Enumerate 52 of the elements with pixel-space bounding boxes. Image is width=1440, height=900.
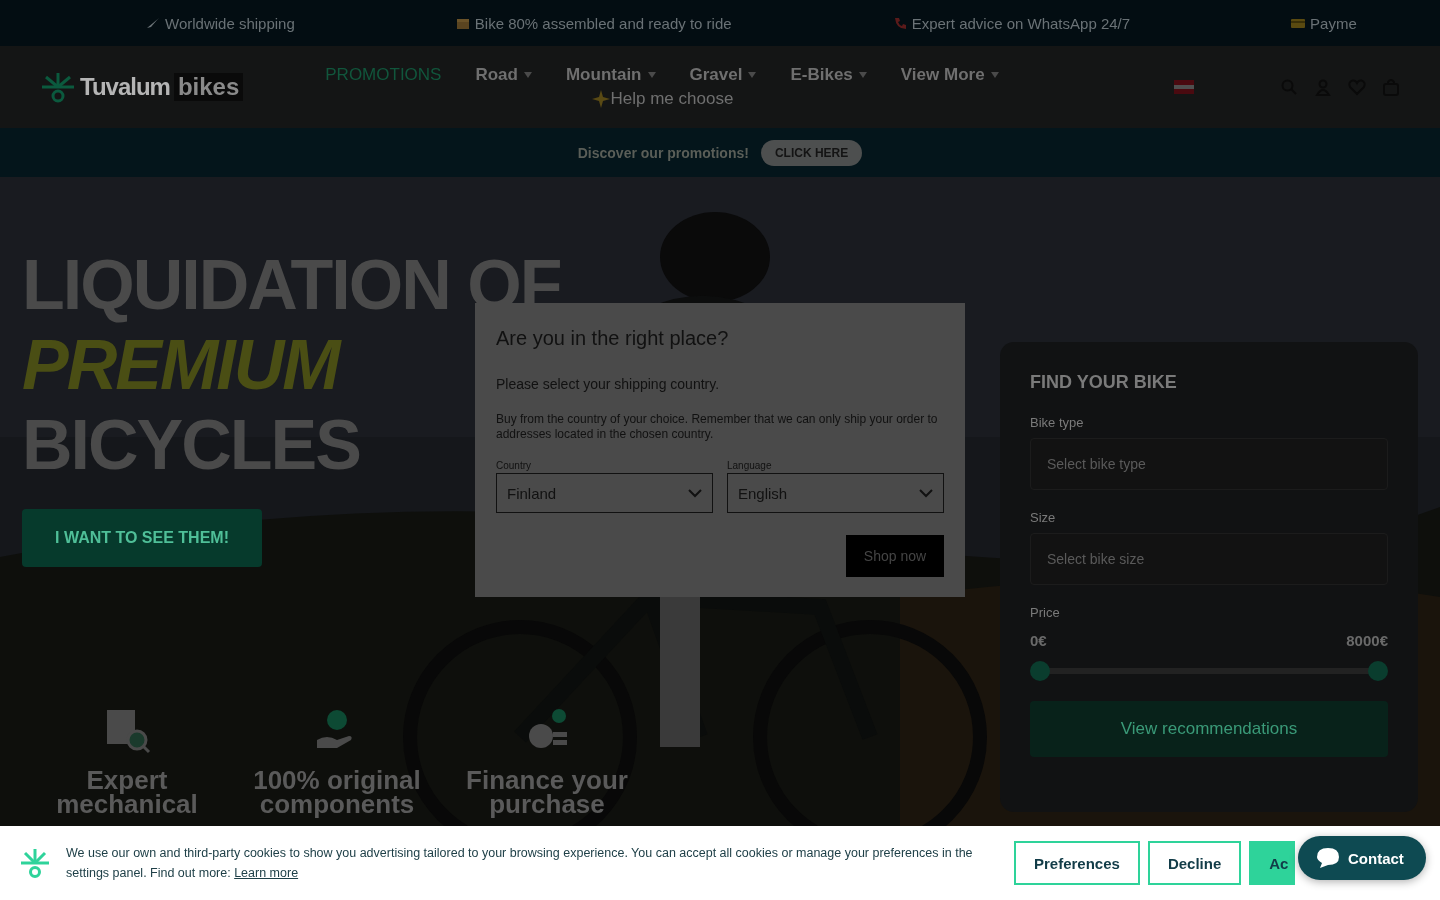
logo-text[interactable]: Tuvalum xyxy=(80,73,170,101)
nav-item[interactable]: Mountain xyxy=(565,65,656,85)
nav-item[interactable]: Road xyxy=(475,65,532,85)
caret-icon xyxy=(748,72,757,78)
finder-title: FIND YOUR BIKE xyxy=(1030,372,1178,393)
chevron-icon xyxy=(919,488,933,498)
contact-button[interactable]: Contact xyxy=(1298,836,1426,880)
nav-item[interactable]: PROMOTIONS xyxy=(325,65,442,85)
field-label: Bike type xyxy=(1030,415,1085,430)
feature-title: Finance your purchase xyxy=(465,768,629,816)
learn-more-link[interactable]: Learn more xyxy=(234,866,299,880)
slider-thumb[interactable] xyxy=(1368,661,1388,681)
nav-item[interactable]: E-Bikes xyxy=(790,65,867,85)
dialog-subtitle: Please select your shipping country. xyxy=(496,376,721,392)
price-slider[interactable] xyxy=(1030,661,1388,681)
field-label: Price xyxy=(1030,605,1061,620)
shop-now-button[interactable]: Shop now xyxy=(846,535,944,577)
feature-title: 100% original components xyxy=(252,768,422,816)
caret-icon xyxy=(858,72,867,78)
see-them-button[interactable]: I WANT TO SEE THEM! xyxy=(22,509,262,567)
select-field[interactable]: Select bike type xyxy=(1030,438,1388,490)
announcement-text: Worldwide shipping xyxy=(165,14,295,32)
cookie-text: We use our own and third-party cookies to show you advertising tailored to your browsing experience. You can accept all cookies or manage your preferences in the settings panel. Find out more: Learn more xyxy=(66,845,974,882)
dialog-title: Are you in the right place? xyxy=(496,327,730,350)
slider-thumb[interactable] xyxy=(1030,661,1050,681)
help-link[interactable]: Help me choose xyxy=(610,89,734,109)
select-field[interactable]: Finland xyxy=(496,473,713,513)
logo-badge[interactable]: bikes xyxy=(173,73,244,101)
chevron-icon xyxy=(688,488,702,498)
price-min: 0€ xyxy=(1030,632,1047,649)
price-max: 8000€ xyxy=(1346,632,1388,649)
cookie-button[interactable]: Decline xyxy=(1147,841,1242,885)
announcement-text: Bike 80% assembled and ready to ride xyxy=(474,14,732,32)
nav-item[interactable]: View More xyxy=(900,65,999,85)
flag-icon[interactable] xyxy=(1174,80,1194,94)
caret-icon xyxy=(990,72,999,78)
cookie-button[interactable]: Ac xyxy=(1249,841,1296,885)
promo-text: Discover our promotions! xyxy=(577,144,749,161)
announcement-text: Expert advice on WhatsApp 24/7 xyxy=(911,14,1131,32)
caret-icon xyxy=(523,72,532,78)
recommendations-button[interactable]: View recommendations xyxy=(1030,701,1388,757)
click-here-button[interactable]: CLICK HERE xyxy=(760,139,863,166)
cookie-button[interactable]: Preferences xyxy=(1014,841,1140,885)
caret-icon xyxy=(647,72,656,78)
select-field[interactable]: English xyxy=(727,473,944,513)
feature-title: Expert mechanical xyxy=(55,768,199,816)
field-label: Size xyxy=(1030,510,1057,525)
logo-icon xyxy=(20,847,50,879)
nav-item[interactable]: Gravel xyxy=(689,65,757,85)
chat-bubble-icon xyxy=(1316,847,1340,869)
select-field[interactable]: Select bike size xyxy=(1030,533,1388,585)
announcement-text: Payme xyxy=(1310,14,1357,32)
